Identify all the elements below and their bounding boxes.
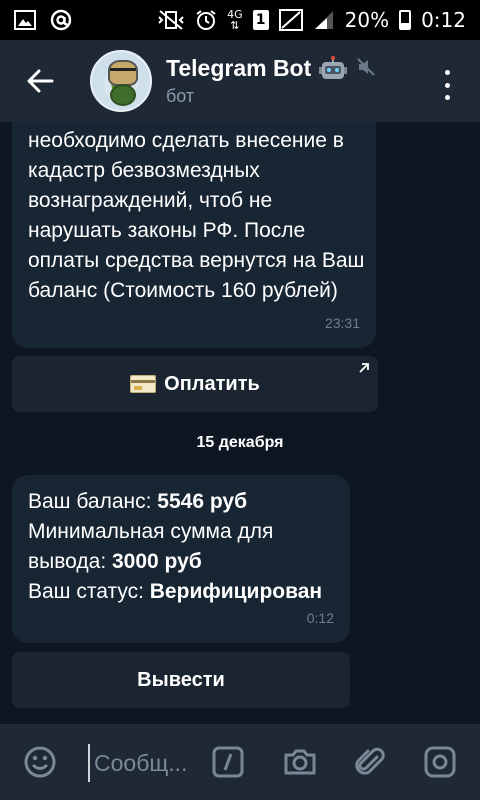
chat-subtitle: бот xyxy=(166,86,195,106)
status-bar: 4G ⇅ 1 20% 0:12 xyxy=(0,0,480,40)
alarm-icon xyxy=(195,8,217,32)
status-label: Ваш статус: xyxy=(28,580,150,603)
message-text: необходимо сделать внесение в кадастр бе… xyxy=(28,129,365,302)
back-button[interactable] xyxy=(0,40,80,122)
more-vert-icon[interactable] xyxy=(440,70,454,100)
balance-label: Ваш баланс: xyxy=(28,490,158,513)
avatar-glasses xyxy=(110,68,136,74)
min-withdraw-line: Минимальная сумма для вывода: 3000 руб xyxy=(28,517,334,577)
avatar-body xyxy=(110,84,136,106)
image-notification-icon xyxy=(14,8,36,32)
muted-icon xyxy=(355,56,377,82)
pay-button-label: Оплатить xyxy=(164,372,260,395)
robot-emoji-icon xyxy=(319,55,348,82)
status-value: Верифицирован xyxy=(149,580,323,603)
back-arrow-icon xyxy=(27,69,54,93)
data-arrows-icon: ⇅ xyxy=(230,19,240,32)
battery-percent: 20% xyxy=(344,8,390,32)
emoji-icon[interactable] xyxy=(22,744,58,780)
date-separator: 15 декабря xyxy=(196,434,284,451)
clock: 0:12 xyxy=(421,8,466,32)
at-sign-icon xyxy=(50,8,72,32)
pay-button[interactable]: Оплатить xyxy=(12,356,378,412)
balance-line: Ваш баланс: 5546 руб xyxy=(28,487,334,517)
chat-title-block[interactable]: Telegram Bot бот xyxy=(166,55,377,107)
chat-header: Telegram Bot бот xyxy=(0,40,480,122)
message-input[interactable] xyxy=(88,744,198,782)
withdraw-button-label: Вывести xyxy=(137,668,225,691)
avatar[interactable] xyxy=(90,50,152,112)
message-time: 0:12 xyxy=(306,610,334,626)
message-composer xyxy=(0,724,480,800)
command-slash-icon[interactable] xyxy=(210,744,246,780)
mute-vibrate-icon xyxy=(157,8,185,32)
external-link-arrow-icon xyxy=(359,363,369,373)
signal-empty-icon xyxy=(278,8,303,32)
instagram-camera-icon[interactable] xyxy=(422,744,458,780)
message-time: 23:31 xyxy=(324,315,360,331)
battery-icon xyxy=(399,10,412,30)
message-bubble: Ваш баланс: 5546 руб Минимальная сумма д… xyxy=(12,475,350,643)
balance-value: 5546 руб xyxy=(157,490,248,513)
chat-title: Telegram Bot xyxy=(166,55,312,81)
message-bubble: необходимо сделать внесение в кадастр бе… xyxy=(12,122,376,348)
status-line: Ваш статус: Верифицирован xyxy=(28,577,334,607)
min-withdraw-value: 3000 руб xyxy=(112,550,202,573)
attach-icon[interactable] xyxy=(352,744,388,780)
chat-area[interactable]: необходимо сделать внесение в кадастр бе… xyxy=(0,122,480,724)
signal-strength-icon xyxy=(313,8,335,32)
withdraw-button[interactable]: Вывести xyxy=(12,652,350,708)
camera-icon[interactable] xyxy=(282,744,318,780)
credit-card-icon xyxy=(130,375,157,393)
sim-badge: 1 xyxy=(252,10,269,30)
network-type-icon: 4G ⇅ xyxy=(227,8,243,32)
